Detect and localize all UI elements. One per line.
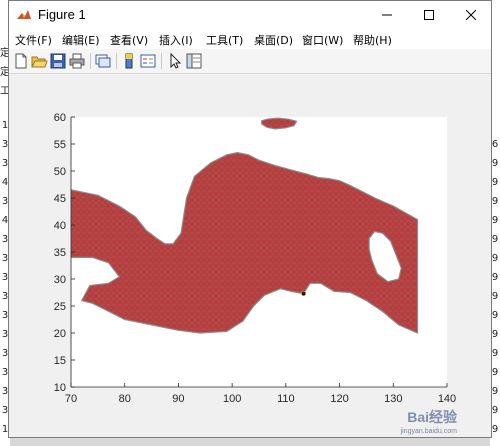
menu-view[interactable]: 查看(V): [110, 32, 148, 48]
toolbar-separator: [116, 53, 117, 69]
minimize-button[interactable]: [367, 1, 407, 29]
x-tick-label: 140: [438, 393, 456, 405]
save-icon[interactable]: [49, 52, 67, 70]
menu-file[interactable]: 文件(F): [15, 32, 52, 48]
print-icon[interactable]: [68, 52, 86, 70]
y-tick-label: 30: [54, 274, 66, 286]
figure-window: Figure 1 文件(F) 编辑(E) 查看(V) 插入(I) 工具(T) 桌…: [8, 0, 492, 438]
x-tick-label: 70: [65, 393, 77, 405]
menu-desktop[interactable]: 桌面(D): [254, 32, 293, 48]
y-tick-label: 40: [54, 220, 66, 232]
baidu-watermark-url: jingyan.baidu.com: [400, 428, 457, 435]
menu-bar: 文件(F) 编辑(E) 查看(V) 插入(I) 工具(T) 桌面(D) 窗口(W…: [9, 29, 491, 49]
toolbar-separator: [161, 53, 162, 69]
minimize-icon: [382, 14, 392, 16]
menu-window[interactable]: 窗口(W): [302, 32, 343, 48]
y-tick-label: 35: [54, 247, 66, 259]
x-tick-label: 120: [330, 393, 348, 405]
y-tick-label: 20: [54, 328, 66, 340]
window-title: Figure 1: [38, 7, 86, 22]
baidu-watermark: Bai经验: [407, 409, 457, 425]
x-tick-label: 130: [384, 393, 402, 405]
menu-edit[interactable]: 编辑(E): [62, 32, 100, 48]
maximize-button[interactable]: [409, 1, 449, 29]
menu-insert[interactable]: 插入(I): [159, 32, 193, 48]
y-tick-label: 25: [54, 301, 66, 313]
menu-tools[interactable]: 工具(T): [206, 32, 243, 48]
y-tick-label: 10: [54, 382, 66, 394]
x-tick-label: 110: [277, 393, 295, 405]
menu-help[interactable]: 帮助(H): [353, 32, 392, 48]
y-tick-label: 15: [54, 355, 66, 367]
new-figure-icon[interactable]: [12, 52, 30, 70]
figure-canvas[interactable]: 70 80 90 100 110 120 130 140 10 15 20 25 30 35 40 45 50…: [9, 74, 491, 437]
x-tick-label: 100: [223, 393, 241, 405]
plot-axes[interactable]: 70 80 90 100 110 120 130 140 10 15 20 25 30 35 40 45 50…: [9, 74, 491, 438]
close-button[interactable]: [451, 1, 491, 29]
y-tick-label: 55: [54, 139, 66, 151]
matlab-app-icon: [17, 10, 31, 19]
title-bar[interactable]: Figure 1: [9, 1, 491, 29]
close-icon: [466, 10, 476, 20]
y-tick-label: 50: [54, 166, 66, 178]
x-tick-label: 90: [172, 393, 184, 405]
x-tick-label: 80: [119, 393, 131, 405]
link-plot-icon[interactable]: [94, 52, 112, 70]
property-inspector-icon[interactable]: [185, 52, 203, 70]
edit-plot-arrow-icon[interactable]: [166, 52, 184, 70]
y-tick-label: 45: [54, 193, 66, 205]
data-point-marker: [301, 291, 307, 297]
insert-legend-icon[interactable]: [139, 52, 157, 70]
open-file-icon[interactable]: [30, 52, 48, 70]
y-tick-label: 60: [54, 112, 66, 124]
toolbar-separator: [90, 53, 91, 69]
maximize-icon: [424, 10, 434, 20]
figure-toolbar: [9, 49, 491, 74]
insert-colorbar-icon[interactable]: [120, 52, 138, 70]
